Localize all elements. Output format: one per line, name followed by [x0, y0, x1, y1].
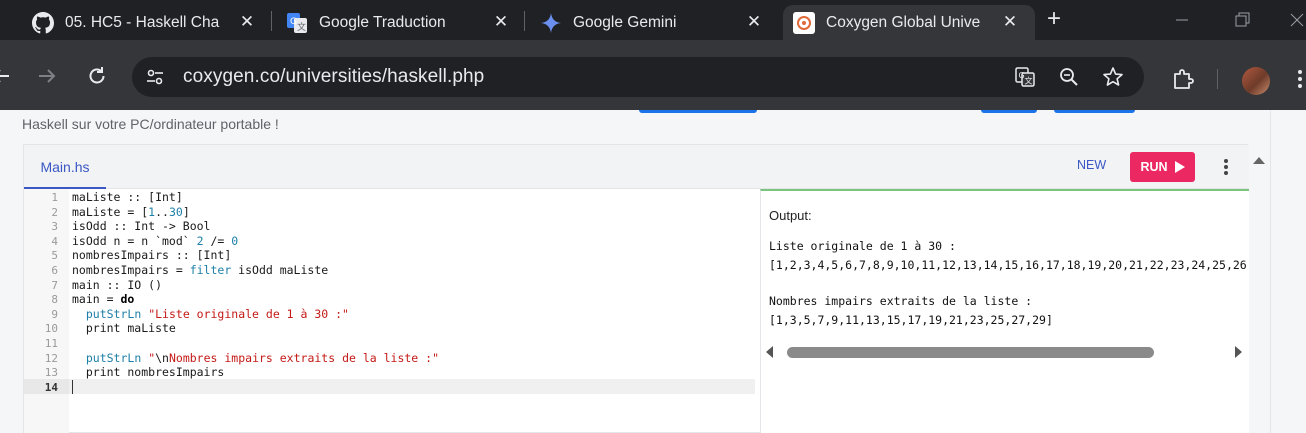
google-translate-icon: G文 — [286, 12, 308, 34]
line-number: 7 — [51, 278, 58, 292]
scroll-up-icon[interactable] — [1252, 152, 1266, 164]
page-button-edge[interactable] — [981, 110, 1037, 113]
code-line: nombresImpairs :: [Int] — [72, 248, 232, 263]
tab-title: 05. HC5 - Haskell Cha — [65, 13, 220, 31]
output-line: Nombres impairs extraits de la liste : — [769, 294, 1033, 308]
minimize-icon[interactable] — [1170, 8, 1194, 32]
tab-title: Coxygen Global Unive — [826, 13, 981, 31]
intro-text: Haskell sur votre PC/ordinateur portable… — [22, 116, 279, 132]
tab-title: Google Traduction — [319, 13, 446, 31]
line-number-gutter: 1 2 3 4 5 6 7 8 9 10 11 12 13 14 — [24, 189, 69, 433]
browser-tab-github[interactable]: 05. HC5 - Haskell Cha ✕ — [32, 5, 258, 40]
line-number: 14 — [44, 380, 58, 394]
site-settings-icon[interactable] — [144, 66, 166, 88]
line-number: 12 — [44, 351, 58, 365]
toolbar-separator — [1217, 69, 1218, 89]
line-number: 10 — [44, 322, 58, 336]
code-area[interactable]: maListe :: [Int] maListe = [1..30] isOdd… — [69, 189, 755, 433]
code-line: print maListe — [72, 321, 176, 336]
code-line: putStrLn "Liste originale de 1 à 30 :" — [85, 306, 349, 321]
forward-arrow-icon[interactable] — [34, 63, 60, 89]
page-button-edge[interactable] — [1054, 110, 1135, 113]
reload-icon[interactable] — [84, 63, 110, 89]
line-number: 8 — [51, 293, 58, 307]
line-number: 5 — [51, 249, 58, 263]
code-line: isOdd :: Int -> Bool — [72, 219, 211, 234]
output-line: [1,3,5,7,9,11,13,15,17,19,21,23,25,27,29… — [769, 313, 1053, 327]
more-options-icon[interactable] — [1223, 158, 1229, 176]
browser-tab-translate[interactable]: G文 Google Traduction ✕ — [286, 5, 512, 40]
run-label: RUN — [1140, 160, 1168, 174]
page-button-edge[interactable] — [639, 110, 757, 113]
output-panel: Output: Liste originale de 1 à 30 : [1,2… — [760, 189, 1249, 433]
bookmark-star-icon[interactable] — [1102, 66, 1124, 88]
url-text: coxygen.co/universities/haskell.php — [183, 66, 485, 87]
browser-tab-bar: 05. HC5 - Haskell Cha ✕ G文 Google Traduc… — [0, 0, 1306, 40]
output-title: Output: — [769, 208, 812, 223]
svg-text:G: G — [290, 17, 297, 27]
line-number: 2 — [51, 205, 58, 219]
new-button[interactable]: NEW — [1077, 158, 1106, 172]
play-icon — [1174, 161, 1185, 173]
page-scrollbar-track[interactable] — [1270, 110, 1306, 433]
github-icon — [32, 11, 54, 34]
scroll-right-icon[interactable] — [1233, 346, 1243, 358]
horizontal-scrollbar[interactable] — [765, 343, 1243, 359]
code-line: maListe = [1..30] — [72, 204, 190, 219]
code-line: isOdd n = n `mod` 2 /= 0 — [72, 233, 239, 248]
coxygen-icon — [793, 11, 815, 34]
line-number: 6 — [51, 264, 58, 277]
browser-tab-coxygen[interactable]: Coxygen Global Unive ✕ — [783, 5, 1035, 40]
line-number: 9 — [51, 307, 58, 321]
gemini-icon — [540, 12, 562, 34]
scroll-left-icon[interactable] — [765, 346, 775, 358]
line-number: 4 — [51, 234, 58, 248]
close-tab-icon[interactable]: ✕ — [999, 11, 1021, 33]
page-content: Haskell sur votre PC/ordinateur portable… — [0, 110, 1306, 433]
browser-tab-gemini[interactable]: Google Gemini ✕ — [540, 5, 765, 40]
translate-page-icon[interactable]: G文 — [1014, 66, 1036, 88]
restore-icon[interactable] — [1230, 8, 1254, 32]
text-cursor — [72, 380, 73, 394]
back-arrow-icon[interactable] — [0, 63, 14, 89]
zoom-icon[interactable] — [1058, 66, 1080, 88]
output-line: [1,2,3,4,5,6,7,8,9,10,11,12,13,14,15,16,… — [769, 258, 1249, 272]
code-editor-widget: Main.hs NEW RUN 1 2 3 4 5 6 7 8 9 10 11 … — [23, 144, 1249, 433]
code-line: main :: IO () — [72, 277, 163, 292]
code-line: nombresImpairs = filter isOdd maListe — [72, 263, 329, 277]
current-line-highlight — [69, 379, 755, 394]
close-tab-icon[interactable]: ✕ — [490, 11, 512, 33]
new-tab-icon[interactable]: + — [1041, 7, 1067, 33]
code-line: putStrLn "\nNombres impairs extraits de … — [85, 350, 440, 365]
scrollbar-thumb[interactable] — [787, 347, 1154, 358]
extensions-icon[interactable] — [1170, 66, 1196, 92]
tab-separator — [524, 11, 525, 31]
code-line: main = do — [72, 292, 135, 307]
line-number: 1 — [51, 191, 58, 204]
browser-menu-icon[interactable] — [1293, 66, 1306, 92]
line-number: 13 — [44, 366, 58, 380]
browser-toolbar: coxygen.co/universities/haskell.php G文 — [0, 40, 1306, 110]
output-line: Liste originale de 1 à 30 : — [769, 239, 956, 253]
tab-separator — [271, 11, 272, 31]
line-number: 11 — [44, 337, 58, 350]
profile-avatar[interactable] — [1242, 67, 1270, 95]
line-number: 3 — [51, 220, 58, 234]
svg-text:文: 文 — [1025, 76, 1033, 86]
address-bar[interactable]: coxygen.co/universities/haskell.php G文 — [132, 57, 1144, 97]
close-window-icon[interactable] — [1285, 8, 1306, 32]
code-line: maListe :: [Int] — [72, 190, 183, 204]
close-tab-icon[interactable]: ✕ — [236, 11, 258, 33]
tab-main-hs[interactable]: Main.hs — [24, 145, 106, 189]
tab-title: Google Gemini — [573, 13, 677, 31]
close-tab-icon[interactable]: ✕ — [743, 11, 765, 33]
svg-text:文: 文 — [297, 21, 306, 33]
run-button[interactable]: RUN — [1130, 152, 1195, 182]
editor-header: Main.hs NEW RUN — [24, 145, 1249, 189]
code-line: print nombresImpairs — [72, 365, 225, 380]
